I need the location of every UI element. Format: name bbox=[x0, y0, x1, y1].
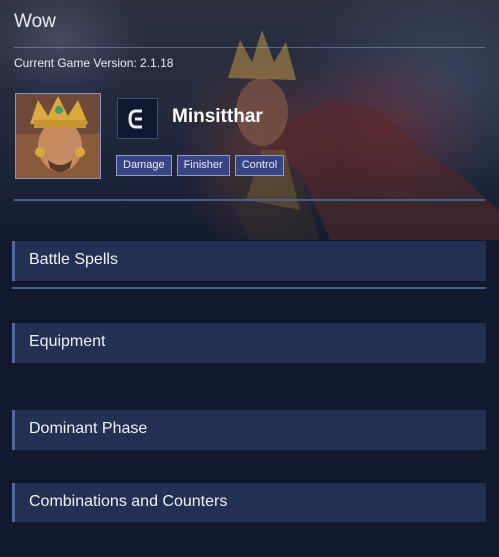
section-label: Combinations and Counters bbox=[29, 493, 228, 510]
section-label: Dominant Phase bbox=[29, 420, 148, 437]
role-emblem-icon bbox=[127, 109, 142, 128]
hero-tags: Damage Finisher Control bbox=[116, 155, 285, 176]
hero-portrait bbox=[15, 93, 101, 179]
tag-control[interactable]: Control bbox=[234, 155, 285, 176]
section-dominant-phase[interactable]: Dominant Phase bbox=[12, 410, 486, 450]
role-emblem bbox=[117, 98, 158, 139]
hero-divider bbox=[14, 199, 485, 201]
hero-name: Minsitthar bbox=[172, 106, 263, 127]
section-divider bbox=[12, 287, 486, 289]
section-combinations-counters[interactable]: Combinations and Counters bbox=[12, 483, 486, 522]
section-label: Equipment bbox=[29, 333, 106, 350]
page-title: Wow bbox=[14, 11, 56, 32]
tag-finisher[interactable]: Finisher bbox=[176, 155, 230, 176]
section-equipment[interactable]: Equipment bbox=[12, 323, 486, 363]
section-battle-spells[interactable]: Battle Spells bbox=[12, 241, 486, 281]
title-divider bbox=[14, 47, 485, 48]
game-version-label: Current Game Version: 2.1.18 bbox=[14, 56, 174, 70]
tag-damage[interactable]: Damage bbox=[116, 155, 172, 176]
section-label: Battle Spells bbox=[29, 251, 118, 268]
